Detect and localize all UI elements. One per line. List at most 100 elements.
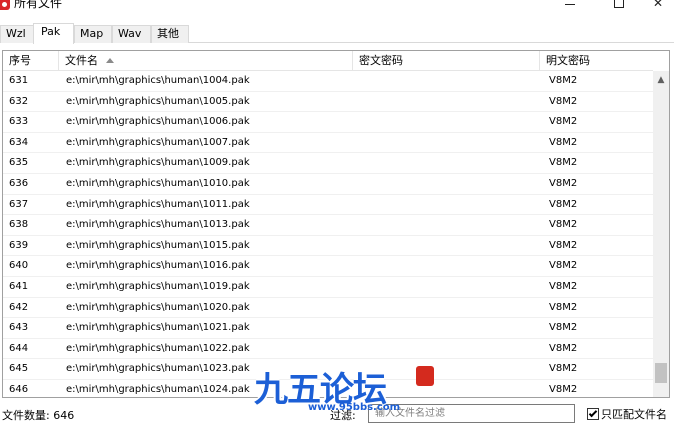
table-row[interactable]: 632 e:\mir\mh\graphics\human\1005.pak V8M2 bbox=[3, 92, 653, 113]
match-filename-only-option[interactable]: 只匹配文件名 bbox=[587, 406, 667, 422]
maximize-icon bbox=[614, 0, 624, 8]
table-row[interactable]: 645 e:\mir\mh\graphics\human\1023.pak V8M2 bbox=[3, 359, 653, 380]
table-row[interactable]: 638 e:\mir\mh\graphics\human\1013.pak V8M2 bbox=[3, 215, 653, 236]
table-row[interactable]: 640 e:\mir\mh\graphics\human\1016.pak V8M2 bbox=[3, 256, 653, 277]
cell-seq: 641 bbox=[9, 280, 29, 292]
cell-seq: 637 bbox=[9, 198, 29, 210]
minimize-button[interactable] bbox=[547, 0, 593, 12]
cell-file: e:\mir\mh\graphics\human\1023.pak bbox=[66, 363, 250, 375]
column-header-plain[interactable]: 明文密码 bbox=[540, 51, 653, 71]
close-button[interactable]: ✕ bbox=[642, 0, 674, 12]
cell-plain: V8M2 bbox=[549, 75, 578, 86]
tab-wzl[interactable]: Wzl bbox=[0, 25, 34, 43]
cell-file: e:\mir\mh\graphics\human\1011.pak bbox=[66, 198, 250, 210]
close-icon: ✕ bbox=[652, 0, 664, 10]
tab-other[interactable]: 其他 bbox=[151, 25, 189, 43]
cell-seq: 632 bbox=[9, 95, 29, 107]
table-row[interactable]: 636 e:\mir\mh\graphics\human\1010.pak V8M2 bbox=[3, 174, 653, 195]
cell-plain: V8M2 bbox=[549, 116, 578, 128]
minimize-icon bbox=[565, 3, 575, 5]
cell-plain: V8M2 bbox=[549, 219, 578, 231]
maximize-button[interactable] bbox=[596, 0, 642, 12]
table-row[interactable]: 646 e:\mir\mh\graphics\human\1024.pak V8M2 bbox=[3, 380, 653, 397]
table-row[interactable]: 635 e:\mir\mh\graphics\human\1009.pak V8M2 bbox=[3, 153, 653, 174]
cell-plain: V8M2 bbox=[549, 363, 578, 375]
column-header-plain-label: 明文密码 bbox=[546, 54, 590, 67]
cell-file: e:\mir\mh\graphics\human\1010.pak bbox=[66, 177, 250, 189]
tab-wav[interactable]: Wav bbox=[112, 25, 151, 43]
tab-map[interactable]: Map bbox=[74, 25, 112, 43]
cell-seq: 645 bbox=[9, 363, 29, 375]
match-filename-only-label: 只匹配文件名 bbox=[601, 408, 667, 421]
table-row[interactable]: 644 e:\mir\mh\graphics\human\1022.pak V8M2 bbox=[3, 339, 653, 360]
cell-plain: V8M2 bbox=[549, 260, 578, 272]
scrollbar-thumb[interactable] bbox=[655, 363, 667, 383]
cell-seq: 634 bbox=[9, 136, 29, 148]
table-row[interactable]: 637 e:\mir\mh\graphics\human\1011.pak V8M2 bbox=[3, 195, 653, 216]
cell-seq: 638 bbox=[9, 219, 29, 231]
column-header-file[interactable]: 文件名 bbox=[59, 51, 353, 71]
tab-strip: Wzl Pak Map Wav 其他 bbox=[0, 23, 674, 44]
list-rows: 631 e:\mir\mh\graphics\human\1004.pak V8M2… bbox=[3, 71, 653, 397]
cell-file: e:\mir\mh\graphics\human\1019.pak bbox=[66, 280, 250, 292]
table-row[interactable]: 633 e:\mir\mh\graphics\human\1006.pak V8M2 bbox=[3, 112, 653, 133]
app-icon bbox=[0, 0, 10, 10]
cell-file: e:\mir\mh\graphics\human\1009.pak bbox=[66, 157, 250, 169]
cell-seq: 644 bbox=[9, 342, 29, 354]
filter-label: 过滤: bbox=[330, 409, 356, 422]
cell-file: e:\mir\mh\graphics\human\1015.pak bbox=[66, 239, 250, 251]
vertical-scrollbar[interactable]: ▲ bbox=[653, 71, 669, 397]
table-row[interactable]: 639 e:\mir\mh\graphics\human\1015.pak V8M2 bbox=[3, 236, 653, 257]
window-title: 所有文件 bbox=[14, 0, 63, 10]
checkmark-icon bbox=[588, 408, 598, 418]
filter-input[interactable] bbox=[368, 404, 575, 423]
cell-plain: V8M2 bbox=[549, 301, 578, 313]
cell-file: e:\mir\mh\graphics\human\1020.pak bbox=[66, 301, 250, 313]
match-filename-only-checkbox[interactable] bbox=[587, 408, 599, 420]
cell-plain: V8M2 bbox=[549, 342, 578, 354]
scroll-up-button[interactable]: ▲ bbox=[653, 71, 669, 88]
table-row[interactable]: 631 e:\mir\mh\graphics\human\1004.pak V8M2 bbox=[3, 71, 653, 92]
cell-file: e:\mir\mh\graphics\human\1013.pak bbox=[66, 219, 250, 231]
title-bar: 所有文件 ✕ bbox=[0, 0, 674, 22]
cell-plain: V8M2 bbox=[549, 95, 578, 107]
cell-file: e:\mir\mh\graphics\human\1024.pak bbox=[66, 383, 250, 395]
cell-plain: V8M2 bbox=[549, 136, 578, 148]
list-header: 序号 文件名 密文密码 明文密码 bbox=[3, 51, 653, 71]
cell-file: e:\mir\mh\graphics\human\1005.pak bbox=[66, 95, 250, 107]
cell-seq: 642 bbox=[9, 301, 29, 313]
file-count: 文件数量: 646 bbox=[2, 409, 75, 422]
cell-plain: V8M2 bbox=[549, 280, 578, 292]
cell-file: e:\mir\mh\graphics\human\1016.pak bbox=[66, 260, 250, 272]
cell-seq: 639 bbox=[9, 239, 29, 251]
column-header-seq[interactable]: 序号 bbox=[3, 51, 59, 71]
file-list[interactable]: 序号 文件名 密文密码 明文密码 631 e:\mir\mh\graphics\h… bbox=[2, 50, 670, 398]
sort-ascending-icon bbox=[106, 58, 114, 63]
cell-plain: V8M2 bbox=[549, 322, 578, 334]
cell-plain: V8M2 bbox=[549, 383, 578, 395]
cell-file: e:\mir\mh\graphics\human\1022.pak bbox=[66, 342, 250, 354]
status-bar: 文件数量: 646 过滤: 只匹配文件名 bbox=[0, 398, 674, 427]
cell-seq: 631 bbox=[9, 75, 29, 86]
cell-plain: V8M2 bbox=[549, 177, 578, 189]
tab-pak[interactable]: Pak bbox=[33, 23, 74, 44]
column-header-cipher[interactable]: 密文密码 bbox=[353, 51, 540, 71]
cell-seq: 636 bbox=[9, 177, 29, 189]
table-row[interactable]: 642 e:\mir\mh\graphics\human\1020.pak V8M2 bbox=[3, 298, 653, 319]
cell-file: e:\mir\mh\graphics\human\1006.pak bbox=[66, 116, 250, 128]
table-row[interactable]: 643 e:\mir\mh\graphics\human\1021.pak V8M2 bbox=[3, 318, 653, 339]
column-header-file-label: 文件名 bbox=[65, 54, 98, 67]
table-row[interactable]: 641 e:\mir\mh\graphics\human\1019.pak V8M2 bbox=[3, 277, 653, 298]
column-header-cipher-label: 密文密码 bbox=[359, 54, 403, 67]
cell-file: e:\mir\mh\graphics\human\1004.pak bbox=[66, 75, 250, 86]
table-row[interactable]: 634 e:\mir\mh\graphics\human\1007.pak V8M2 bbox=[3, 133, 653, 154]
cell-plain: V8M2 bbox=[549, 239, 578, 251]
cell-seq: 635 bbox=[9, 157, 29, 169]
chevron-up-icon: ▲ bbox=[657, 74, 665, 85]
cell-seq: 643 bbox=[9, 322, 29, 334]
cell-seq: 646 bbox=[9, 383, 29, 395]
cell-plain: V8M2 bbox=[549, 157, 578, 169]
cell-seq: 633 bbox=[9, 116, 29, 128]
column-header-seq-label: 序号 bbox=[9, 54, 31, 67]
cell-file: e:\mir\mh\graphics\human\1021.pak bbox=[66, 322, 250, 334]
